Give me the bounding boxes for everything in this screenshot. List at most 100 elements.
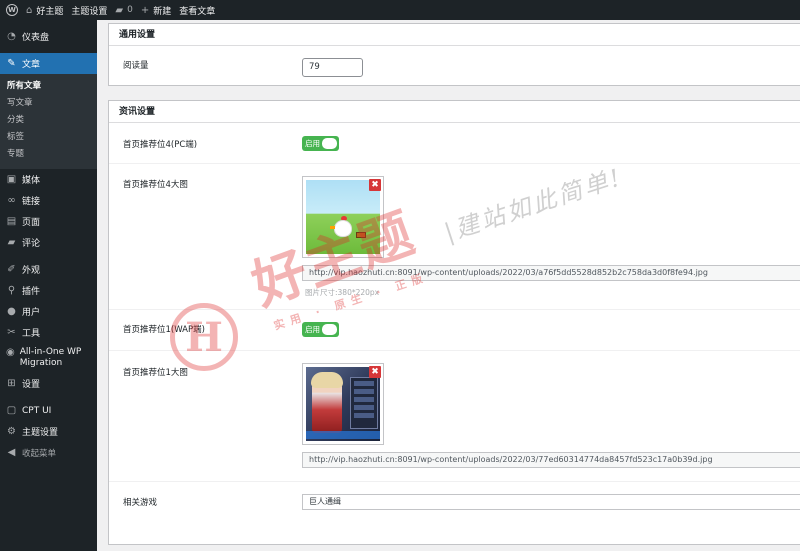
row-divider	[109, 309, 800, 310]
menu-label: 评论	[22, 239, 41, 249]
row-divider	[109, 481, 800, 482]
posts-submenu: 所有文章 写文章 分类 标签 专题	[0, 74, 97, 169]
wap-image-label: 首页推荐位1大图	[123, 368, 188, 378]
migration-icon: ◉	[6, 347, 15, 358]
menu-pages[interactable]: ▤ 页面	[0, 211, 97, 232]
pc-image-url-input[interactable]: http://vip.haozhuti.cn:8091/wp-content/u…	[302, 265, 800, 281]
menu-dashboard[interactable]: ◔ 仪表盘	[0, 26, 97, 47]
new-content-link[interactable]: + 新建	[141, 4, 171, 17]
admin-sidebar: ◔ 仪表盘 ✎ 文章 所有文章 写文章 分类 标签 专题 ▣ 媒体 ∞ 链接 ▤ 页面 ▰…	[0, 20, 97, 551]
menu-label: 设置	[22, 380, 41, 390]
comment-icon: ▰	[7, 237, 16, 248]
menu-label: 工具	[22, 329, 41, 339]
menu-links[interactable]: ∞ 链接	[0, 190, 97, 211]
menu-theme-settings[interactable]: ⚙ 主题设置	[0, 421, 97, 442]
wap-slot-toggle[interactable]: 启用	[302, 322, 339, 337]
menu-label: 页面	[22, 218, 41, 228]
menu-users[interactable]: ● 用户	[0, 301, 97, 322]
related-game-select[interactable]: 巨人通缉	[302, 494, 800, 510]
link-icon: ∞	[7, 195, 16, 206]
menu-posts[interactable]: ✎ 文章	[0, 53, 97, 74]
panel-title: 资讯设置	[109, 101, 800, 123]
pin-icon: ✎	[7, 58, 16, 69]
menu-label: 插件	[22, 287, 41, 297]
new-label: 新建	[153, 6, 172, 17]
site-name-link[interactable]: ⌂ 好主题	[26, 4, 63, 17]
image-size-hint: 图片尺寸:380*220px	[305, 288, 380, 297]
game-ui-panel-shape	[350, 377, 378, 429]
remove-image-button[interactable]: ✖	[369, 179, 381, 191]
menu-label: 文章	[22, 60, 41, 70]
settings-icon: ⊞	[7, 378, 16, 389]
media-icon: ▣	[6, 174, 17, 185]
menu-label: All-in-One WP Migration	[19, 347, 82, 368]
home-icon: ⌂	[26, 4, 33, 16]
wap-slot-label: 首页推荐位1(WAP端)	[123, 325, 205, 335]
view-post-label: 查看文章	[179, 6, 216, 17]
submenu-topics[interactable]: 专题	[0, 146, 97, 163]
general-settings-panel: 通用设置 阅读量 79	[108, 23, 800, 86]
pc-slot-toggle[interactable]: 启用	[302, 136, 339, 151]
remove-image-button[interactable]: ✖	[369, 366, 381, 378]
comments-link[interactable]: ▰ 0	[115, 5, 132, 16]
toggle-label: 启用	[305, 325, 320, 334]
chicken-shape	[334, 220, 352, 237]
menu-tools[interactable]: ✂ 工具	[0, 322, 97, 343]
menu-label: 链接	[22, 197, 41, 207]
wp-logo[interactable]: W	[6, 4, 18, 16]
menu-label: 媒体	[22, 176, 41, 186]
row-divider	[109, 350, 800, 351]
read-count-label: 阅读量	[123, 61, 149, 71]
submenu-categories[interactable]: 分类	[0, 112, 97, 129]
menu-migration[interactable]: ◉ All-in-One WP Migration	[0, 343, 97, 373]
game-banner-shape	[306, 431, 380, 439]
main-content: 通用设置 阅读量 79 资讯设置 首页推荐位4(PC端) 启用 首页推荐位4大图…	[97, 20, 800, 551]
menu-label: 仪表盘	[22, 33, 50, 43]
news-settings-panel: 资讯设置 首页推荐位4(PC端) 启用 首页推荐位4大图 ✖ http://vi…	[108, 100, 800, 545]
theme-settings-link[interactable]: 主题设置	[71, 4, 107, 17]
wordpress-icon: W	[6, 4, 18, 16]
submenu-tags[interactable]: 标签	[0, 129, 97, 146]
toggle-knob	[322, 138, 337, 149]
menu-label: 外观	[22, 266, 41, 276]
menu-media[interactable]: ▣ 媒体	[0, 169, 97, 190]
menu-plugins[interactable]: ⚲ 插件	[0, 280, 97, 301]
dashboard-icon: ◔	[7, 31, 16, 42]
chest-shape	[356, 232, 366, 238]
row-divider	[109, 163, 800, 164]
wrench-icon: ✂	[7, 327, 16, 338]
menu-appearance[interactable]: ✐ 外观	[0, 259, 97, 280]
panel-title: 通用设置	[109, 24, 800, 46]
related-game-label: 相关游戏	[123, 498, 158, 508]
comment-icon: ▰	[115, 4, 124, 16]
collapse-icon: ◀	[7, 447, 16, 458]
collapse-menu-button[interactable]: ◀ 收起菜单	[0, 442, 97, 463]
user-icon: ●	[7, 306, 16, 317]
brush-icon: ✐	[7, 264, 16, 275]
cpt-icon: ▢	[6, 405, 17, 416]
menu-comments[interactable]: ▰ 评论	[0, 232, 97, 253]
game-character-thumbnail	[306, 367, 380, 441]
menu-label: CPT UI	[22, 405, 52, 416]
wap-image-preview: ✖	[302, 363, 384, 445]
plugin-icon: ⚲	[7, 285, 16, 296]
menu-label: 收起菜单	[22, 448, 57, 459]
menu-label: 主题设置	[22, 428, 59, 438]
gear-icon: ⚙	[7, 426, 16, 437]
menu-label: 用户	[22, 308, 41, 318]
character-hair-shape	[311, 372, 343, 388]
toggle-label: 启用	[305, 139, 320, 148]
menu-cpt-ui[interactable]: ▢ CPT UI	[0, 400, 97, 421]
view-post-link[interactable]: 查看文章	[179, 4, 215, 17]
admin-bar: W ⌂ 好主题 主题设置 ▰ 0 + 新建 查看文章	[0, 0, 800, 20]
submenu-all-posts[interactable]: 所有文章	[0, 78, 97, 95]
pc-slot-label: 首页推荐位4(PC端)	[123, 140, 198, 150]
plus-icon: +	[140, 4, 150, 16]
menu-settings[interactable]: ⊞ 设置	[0, 373, 97, 394]
read-count-input[interactable]: 79	[302, 58, 363, 77]
wap-image-url-input[interactable]: http://vip.haozhuti.cn:8091/wp-content/u…	[302, 452, 800, 468]
page-icon: ▤	[6, 216, 17, 227]
theme-settings-label: 主题设置	[71, 6, 108, 17]
submenu-new-post[interactable]: 写文章	[0, 95, 97, 112]
pc-image-preview: ✖	[302, 176, 384, 258]
